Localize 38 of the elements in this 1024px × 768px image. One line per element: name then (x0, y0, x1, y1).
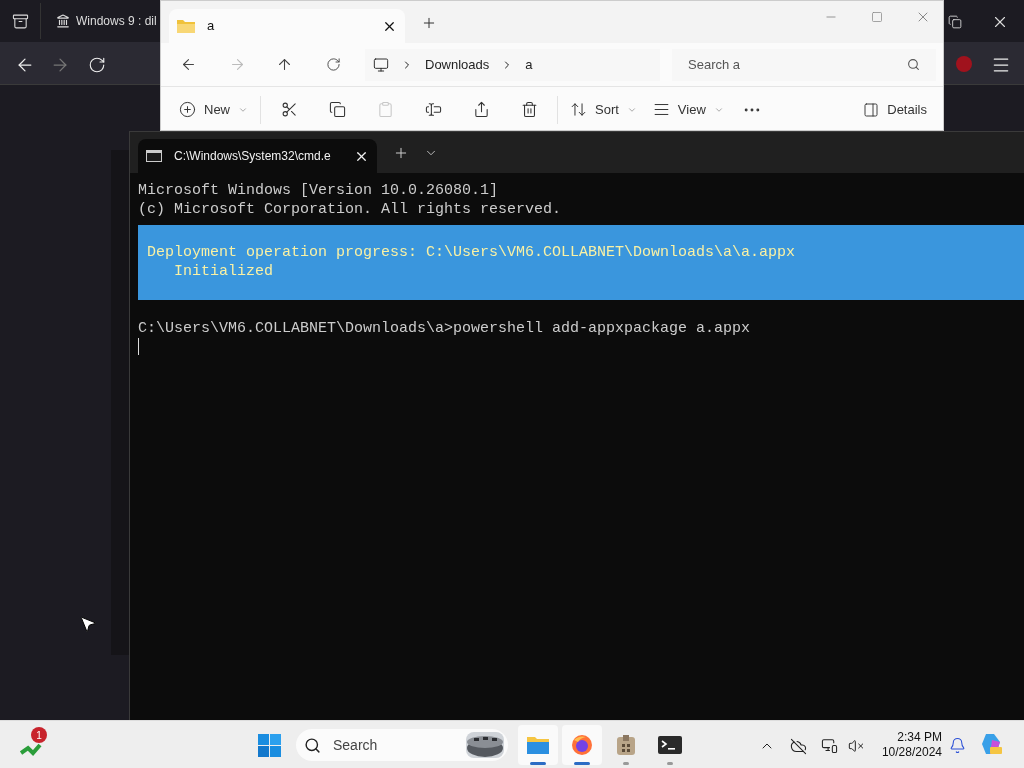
view-icon (652, 101, 670, 118)
taskbar-search[interactable]: Search (296, 729, 508, 761)
status-text: Initialized (173, 262, 275, 281)
console-icon (146, 150, 162, 162)
breadcrumb-item[interactable]: a (525, 54, 533, 75)
cloud-off-icon[interactable] (788, 736, 808, 756)
address-bar[interactable]: Downloads a (365, 48, 660, 81)
notification-badge: 1 (31, 727, 47, 743)
terminal-tab[interactable]: C:\Windows\System32\cmd.e (138, 139, 377, 173)
landmark-icon (56, 14, 70, 28)
folder-icon (526, 734, 550, 756)
windows-logo-icon[interactable] (258, 734, 281, 757)
sort-icon (570, 101, 587, 118)
search-icon (304, 736, 321, 754)
new-icon (179, 101, 196, 118)
fox-globe-icon (570, 733, 594, 757)
details-button[interactable]: Details (863, 99, 927, 120)
search-icon (907, 58, 920, 71)
folder-icon (177, 19, 195, 33)
console-line: C:\Users\VM6.COLLABNET\Downloads\a>powershell add-appxpackage a.appx (137, 319, 752, 338)
console-line: (c) Microsoft Corporation. All rights reserved. (137, 200, 563, 219)
clock[interactable]: 2:34 PM 10/28/2024 (870, 730, 942, 760)
copilot-icon[interactable] (980, 732, 1004, 756)
explorer-tab[interactable]: a (169, 9, 405, 43)
toolbar-button[interactable]: New (171, 93, 256, 126)
monitor-icon (373, 56, 389, 73)
package-icon (615, 733, 637, 757)
taskbar-app[interactable] (562, 725, 602, 765)
toolbar-button[interactable]: View (644, 93, 732, 126)
toolbar-button[interactable]: Sort (562, 93, 645, 126)
pointer-icon (78, 614, 98, 634)
panel-icon (863, 101, 880, 118)
search-field[interactable]: Search a (672, 48, 936, 81)
terminal-icon (657, 734, 683, 756)
progress-text: Deployment operation progress: C:\Users\VM6.COLLABNET\Downloads\a\a.appx (147, 243, 797, 262)
breadcrumb-item[interactable]: Downloads (425, 54, 490, 75)
browser-tab[interactable]: Windows 9 : dil (41, 12, 157, 30)
console-line: Microsoft Windows [Version 10.0.26080.1] (137, 181, 500, 200)
